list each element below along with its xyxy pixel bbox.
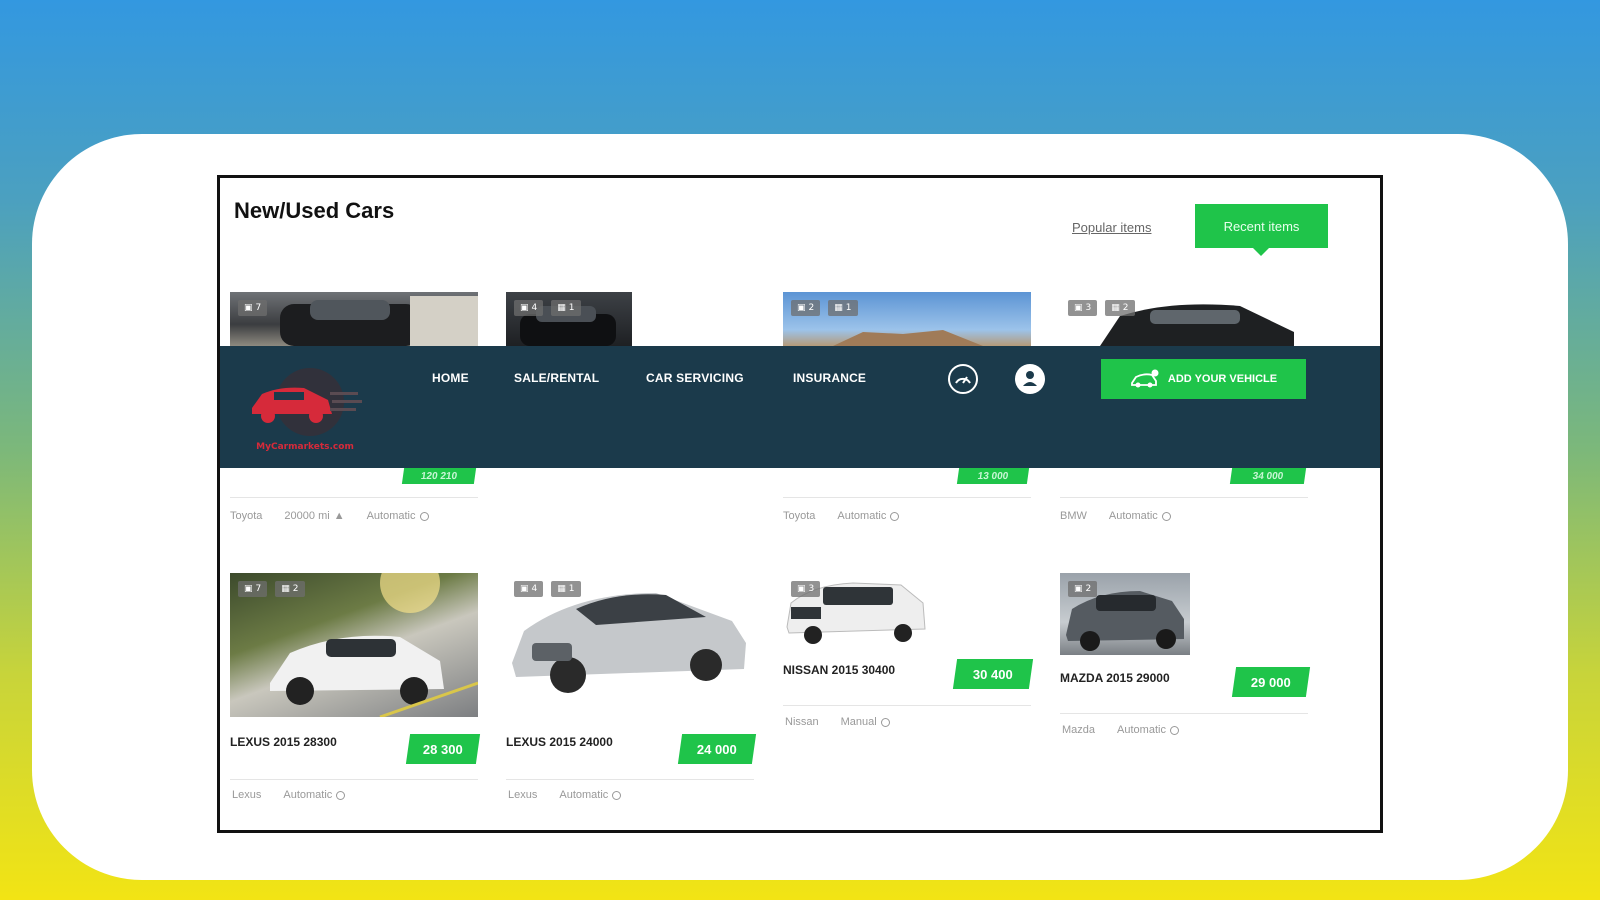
photo-count-badge: ▣ 3 — [1068, 300, 1098, 316]
transmission: Manual — [841, 716, 890, 728]
price-tag: 30 400 — [952, 659, 1034, 689]
car-photo[interactable]: ▣ 7 — [230, 292, 478, 346]
price-tag: 29 000 — [1231, 667, 1311, 697]
car-title[interactable]: MAZDA 2015 29000 — [1060, 671, 1170, 685]
transmission: Automatic — [367, 510, 429, 522]
transmission: Automatic — [283, 789, 346, 801]
mileage: 20000 mi ▲ — [284, 510, 345, 522]
car-meta: Nissan Manual — [785, 716, 890, 728]
video-count-badge: ▦ 1 — [828, 300, 858, 316]
photo-count-badge: ▣ 2 — [1068, 581, 1098, 597]
card-divider — [783, 497, 1031, 498]
car-photo[interactable]: ▣ 2 ▦ 1 — [783, 292, 1031, 346]
car-title[interactable]: LEXUS 2015 24000 — [506, 735, 613, 749]
gear-icon — [880, 717, 890, 727]
card-divider — [230, 497, 478, 498]
transmission: Automatic — [837, 510, 900, 522]
user-icon[interactable] — [1015, 364, 1045, 394]
car-photo[interactable]: ▣ 4 ▦ 1 — [506, 573, 754, 703]
car-photo[interactable]: ▣ 4 ▦ 1 — [506, 292, 632, 346]
video-count-badge: ▦ 2 — [1105, 300, 1135, 316]
recent-items-tab[interactable]: Recent items — [1195, 204, 1328, 256]
photo-count-badge: ▣ 4 — [514, 300, 544, 316]
card-divider — [506, 779, 754, 780]
camera-icon: ▣ — [244, 584, 253, 594]
transmission: Automatic — [1109, 510, 1171, 522]
video-count-badge: ▦ 2 — [275, 581, 305, 597]
camera-icon: ▣ — [520, 303, 529, 313]
car-logo-icon — [252, 368, 362, 436]
speedometer-icon[interactable] — [948, 364, 978, 394]
car-title[interactable]: NISSAN 2015 30400 — [783, 663, 895, 677]
car-meta: Toyota Automatic — [783, 510, 900, 522]
car-photo[interactable]: ▣ 3 ▦ 2 — [1060, 292, 1308, 346]
camera-icon: ▣ — [1074, 584, 1083, 594]
gear-icon — [1169, 725, 1179, 735]
car-meta: Toyota 20000 mi ▲ Automatic — [230, 510, 429, 522]
camera-icon: ▣ — [520, 584, 529, 594]
camera-icon: ▣ — [1074, 303, 1083, 313]
road-icon: ▲ — [333, 510, 345, 522]
camera-icon: ▣ — [244, 303, 253, 313]
car-photo[interactable]: ▣ 7 ▦ 2 — [230, 573, 478, 717]
add-vehicle-button[interactable]: ADD YOUR VEHICLE — [1101, 359, 1306, 399]
video-icon: ▦ — [557, 584, 566, 594]
transmission: Automatic — [559, 789, 622, 801]
gear-icon — [336, 790, 346, 800]
car-meta: BMW Automatic — [1060, 510, 1171, 522]
card-divider — [230, 779, 478, 780]
price-tag: 34 000 — [1229, 468, 1307, 484]
card-divider — [1060, 713, 1308, 714]
video-count-badge: ▦ 1 — [551, 300, 581, 316]
card-divider — [783, 705, 1031, 706]
car-meta: Mazda Automatic — [1062, 724, 1179, 736]
site-logo[interactable]: MyCarmarkets.com — [240, 364, 370, 456]
video-icon: ▦ — [834, 303, 843, 313]
logo-text: MyCarmarkets.com — [256, 442, 354, 452]
gear-icon — [890, 511, 900, 521]
video-count-badge: ▦ 1 — [551, 581, 581, 597]
nav-sale-rental[interactable]: SALE/RENTAL — [514, 371, 599, 385]
video-icon: ▦ — [557, 303, 566, 313]
gear-icon — [612, 790, 622, 800]
car-title[interactable]: LEXUS 2015 28300 — [230, 735, 337, 749]
photo-count-badge: ▣ 4 — [514, 581, 544, 597]
price-tag: 24 000 — [677, 734, 757, 764]
gear-icon — [419, 511, 429, 521]
video-icon: ▦ — [281, 584, 290, 594]
card-divider — [1060, 497, 1308, 498]
nav-car-servicing[interactable]: CAR SERVICING — [646, 371, 744, 385]
photo-count-badge: ▣ 7 — [238, 300, 268, 316]
camera-icon: ▣ — [797, 303, 806, 313]
popular-items-link[interactable]: Popular items — [1072, 220, 1151, 235]
app-screen: New/Used Cars Popular items Recent items… — [217, 175, 1383, 833]
car-photo[interactable]: ▣ 3 — [783, 573, 929, 645]
car-meta: Lexus Automatic — [232, 789, 346, 801]
main-navbar: MyCarmarkets.com HOME SALE/RENTAL CAR SE… — [220, 346, 1380, 468]
price-tag: 120 210 — [401, 468, 477, 484]
price-tag: 28 300 — [405, 734, 481, 764]
gear-icon — [1161, 511, 1171, 521]
price-tag: 13 000 — [956, 468, 1030, 484]
photo-count-badge: ▣ 7 — [238, 581, 268, 597]
car-photo[interactable]: ▣ 2 — [1060, 573, 1190, 655]
page-title: New/Used Cars — [234, 198, 395, 223]
transmission: Automatic — [1117, 724, 1179, 736]
photo-count-badge: ▣ 3 — [791, 581, 821, 597]
photo-count-badge: ▣ 2 — [791, 300, 821, 316]
add-car-icon — [1130, 369, 1159, 388]
nav-home[interactable]: HOME — [432, 371, 469, 385]
camera-icon: ▣ — [797, 584, 806, 594]
car-meta: Lexus Automatic — [508, 789, 622, 801]
nav-insurance[interactable]: INSURANCE — [793, 371, 866, 385]
video-icon: ▦ — [1111, 303, 1120, 313]
